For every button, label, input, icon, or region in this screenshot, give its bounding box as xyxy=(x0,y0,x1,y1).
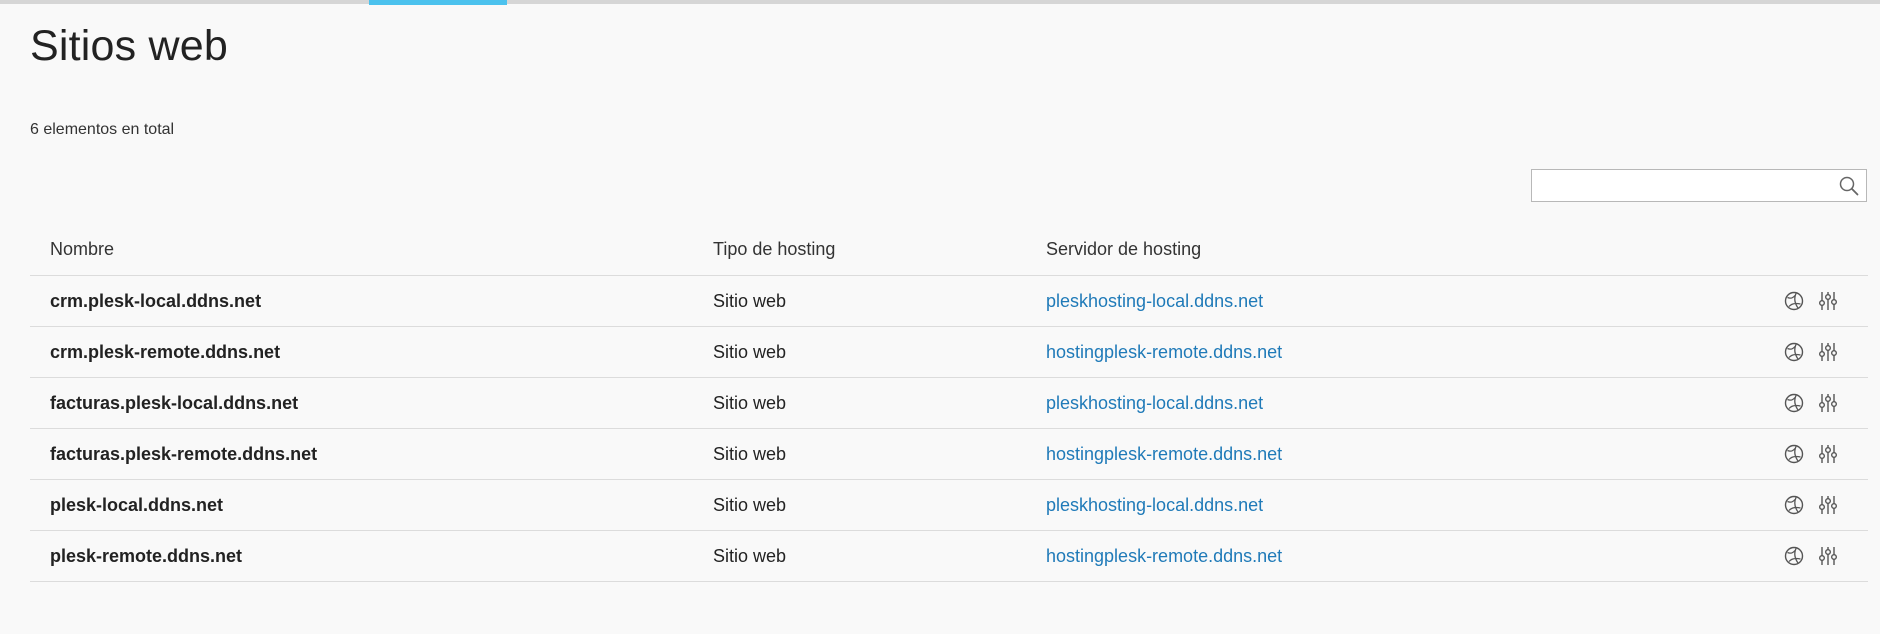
site-name[interactable]: facturas.plesk-remote.ddns.net xyxy=(50,429,317,479)
page-title: Sitios web xyxy=(30,22,228,70)
table-row[interactable]: facturas.plesk-remote.ddns.net Sitio web h… xyxy=(30,429,1868,480)
row-actions xyxy=(1783,480,1839,530)
site-name[interactable]: plesk-remote.ddns.net xyxy=(50,531,242,581)
hosting-server-link[interactable]: pleskhosting-local.ddns.net xyxy=(1046,495,1263,516)
sliders-icon[interactable] xyxy=(1817,545,1839,567)
search-icon[interactable] xyxy=(1838,175,1860,197)
site-name[interactable]: plesk-local.ddns.net xyxy=(50,480,223,530)
sliders-icon[interactable] xyxy=(1817,443,1839,465)
table-row[interactable]: facturas.plesk-local.ddns.net Sitio web pl… xyxy=(30,378,1868,429)
search-input[interactable] xyxy=(1532,170,1838,201)
hosting-server-link[interactable]: hostingplesk-remote.ddns.net xyxy=(1046,342,1282,363)
hosting-server-link[interactable]: pleskhosting-local.ddns.net xyxy=(1046,393,1263,414)
hosting-server-cell: hostingplesk-remote.ddns.net xyxy=(1046,531,1282,581)
globe-icon[interactable] xyxy=(1783,443,1805,465)
hosting-type: Sitio web xyxy=(713,443,787,464)
row-actions xyxy=(1783,327,1839,377)
hosting-server-cell: pleskhosting-local.ddns.net xyxy=(1046,378,1263,428)
row-actions xyxy=(1783,276,1839,326)
globe-icon[interactable] xyxy=(1783,494,1805,516)
hosting-type: Sitio web xyxy=(713,392,787,413)
site-name[interactable]: crm.plesk-remote.ddns.net xyxy=(50,327,280,377)
hosting-type: Sitio web xyxy=(713,545,787,566)
row-actions xyxy=(1783,531,1839,581)
column-header-hosting-type[interactable]: Tipo de hosting xyxy=(713,224,835,275)
site-name[interactable]: facturas.plesk-local.ddns.net xyxy=(50,378,298,428)
column-header-name[interactable]: Nombre xyxy=(50,224,114,275)
table-body: crm.plesk-local.ddns.net Sitio web pleskho… xyxy=(30,276,1868,582)
hosting-type: Sitio web xyxy=(713,341,787,362)
hosting-server-cell: hostingplesk-remote.ddns.net xyxy=(1046,327,1282,377)
top-tab-bar xyxy=(0,0,1880,5)
sliders-icon[interactable] xyxy=(1817,341,1839,363)
column-header-hosting-server[interactable]: Servidor de hosting xyxy=(1046,224,1201,275)
table-row[interactable]: crm.plesk-remote.ddns.net Sitio web hostin… xyxy=(30,327,1868,378)
globe-icon[interactable] xyxy=(1783,392,1805,414)
sliders-icon[interactable] xyxy=(1817,494,1839,516)
active-tab-indicator[interactable] xyxy=(369,0,507,5)
hosting-server-cell: hostingplesk-remote.ddns.net xyxy=(1046,429,1282,479)
hosting-server-link[interactable]: pleskhosting-local.ddns.net xyxy=(1046,291,1263,312)
hosting-type: Sitio web xyxy=(713,494,787,515)
table-header: Nombre Tipo de hosting Servidor de hosti… xyxy=(30,224,1868,276)
hosting-server-cell: pleskhosting-local.ddns.net xyxy=(1046,480,1263,530)
row-actions xyxy=(1783,429,1839,479)
table-row[interactable]: crm.plesk-local.ddns.net Sitio web pleskho… xyxy=(30,276,1868,327)
websites-table: Nombre Tipo de hosting Servidor de hosti… xyxy=(30,224,1868,582)
table-row[interactable]: plesk-local.ddns.net Sitio web pleskhostin… xyxy=(30,480,1868,531)
items-total-count: 6 elementos en total xyxy=(30,121,175,138)
site-name[interactable]: crm.plesk-local.ddns.net xyxy=(50,276,261,326)
table-row[interactable]: plesk-remote.ddns.net Sitio web hostingple… xyxy=(30,531,1868,582)
globe-icon[interactable] xyxy=(1783,290,1805,312)
sliders-icon[interactable] xyxy=(1817,290,1839,312)
globe-icon[interactable] xyxy=(1783,545,1805,567)
hosting-server-link[interactable]: hostingplesk-remote.ddns.net xyxy=(1046,444,1282,465)
hosting-server-link[interactable]: hostingplesk-remote.ddns.net xyxy=(1046,546,1282,567)
hosting-type: Sitio web xyxy=(713,290,787,311)
sliders-icon[interactable] xyxy=(1817,392,1839,414)
row-actions xyxy=(1783,378,1839,428)
search-box[interactable] xyxy=(1531,169,1867,202)
globe-icon[interactable] xyxy=(1783,341,1805,363)
hosting-server-cell: pleskhosting-local.ddns.net xyxy=(1046,276,1263,326)
